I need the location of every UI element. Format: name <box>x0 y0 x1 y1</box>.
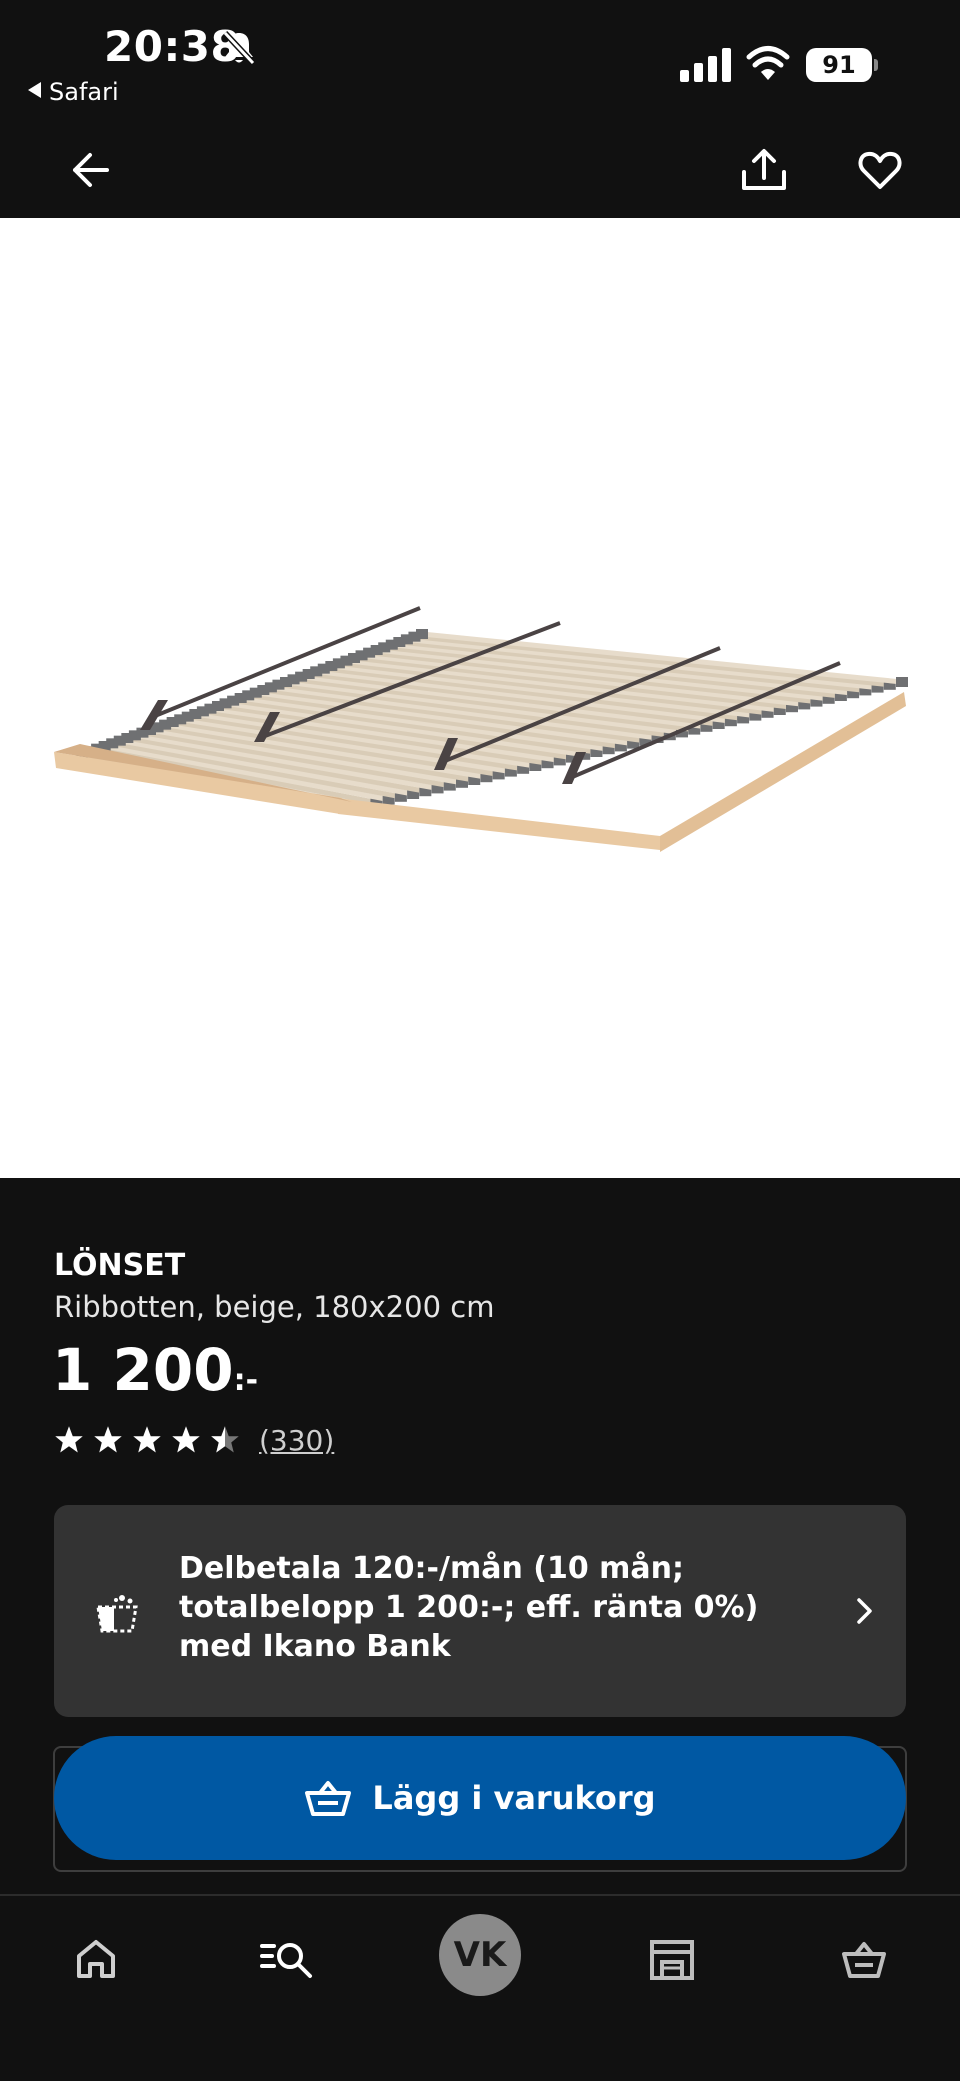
star-icon <box>94 1426 122 1453</box>
signal-icon <box>680 48 731 82</box>
price-suffix: :- <box>233 1363 259 1398</box>
review-count-link[interactable]: (330) <box>259 1424 334 1457</box>
store-tab[interactable] <box>637 1924 707 1994</box>
bottom-tab-bar: VK <box>0 1894 960 2081</box>
cart-tab[interactable] <box>829 1924 899 1994</box>
add-to-cart-button[interactable]: Lägg i varukorg <box>54 1736 906 1860</box>
store-icon <box>650 1940 694 1980</box>
back-arrow-icon[interactable] <box>64 144 116 196</box>
product-price: 1 200:- <box>52 1336 258 1404</box>
slat-holder <box>416 629 428 639</box>
home-icon <box>77 1940 115 1978</box>
back-app-label: Safari <box>49 78 119 106</box>
slat-holder <box>896 677 908 687</box>
star-icon <box>133 1426 161 1453</box>
product-description: Ribbotten, beige, 180x200 cm <box>54 1290 495 1324</box>
avatar[interactable]: VK <box>439 1914 521 1996</box>
search-icon <box>260 1943 312 1978</box>
chevron-right-icon <box>857 1598 872 1624</box>
back-triangle-icon <box>28 82 41 98</box>
status-bar: 20:38 Safari 91 <box>0 0 960 120</box>
battery-level: 91 <box>806 48 872 82</box>
wifi-icon <box>746 46 790 80</box>
cart-icon <box>842 1942 886 1978</box>
star-icon <box>55 1426 83 1453</box>
cart-icon <box>305 1781 352 1816</box>
installment-line-1: Delbetala 120:-/mån (10 mån; <box>179 1551 685 1586</box>
bell-off-icon <box>222 30 256 66</box>
star-icon <box>172 1426 200 1453</box>
product-image[interactable] <box>0 218 960 1178</box>
price-value: 1 200 <box>52 1336 234 1404</box>
add-to-cart-label: Lägg i varukorg <box>372 1779 656 1817</box>
battery-icon: 91 <box>806 48 878 82</box>
slatted-bed-base-illustration <box>54 606 908 852</box>
installment-basket-icon <box>96 1595 138 1633</box>
heart-icon[interactable] <box>854 144 906 196</box>
product-info: LÖNSET Ribbotten, beige, 180x200 cm 1 20… <box>0 1178 960 1896</box>
share-icon[interactable] <box>738 144 790 196</box>
installment-card[interactable]: Delbetala 120:-/mån (10 mån; totalbelopp… <box>54 1505 906 1717</box>
half-star-icon <box>211 1426 239 1453</box>
nav-bar <box>0 120 960 218</box>
rating[interactable]: (330) <box>54 1422 334 1458</box>
product-name: LÖNSET <box>54 1248 186 1283</box>
search-tab[interactable] <box>252 1924 322 1994</box>
installment-line-3: med Ikano Bank <box>179 1629 451 1664</box>
home-tab[interactable] <box>61 1924 131 1994</box>
installment-line-2: totalbelopp 1 200:-; eff. ränta 0%) <box>179 1590 759 1625</box>
status-time: 20:38 <box>104 22 241 71</box>
installment-text: Delbetala 120:-/mån (10 mån; totalbelopp… <box>179 1549 779 1666</box>
back-to-safari[interactable]: Safari <box>28 78 119 106</box>
battery-cap <box>874 59 878 71</box>
